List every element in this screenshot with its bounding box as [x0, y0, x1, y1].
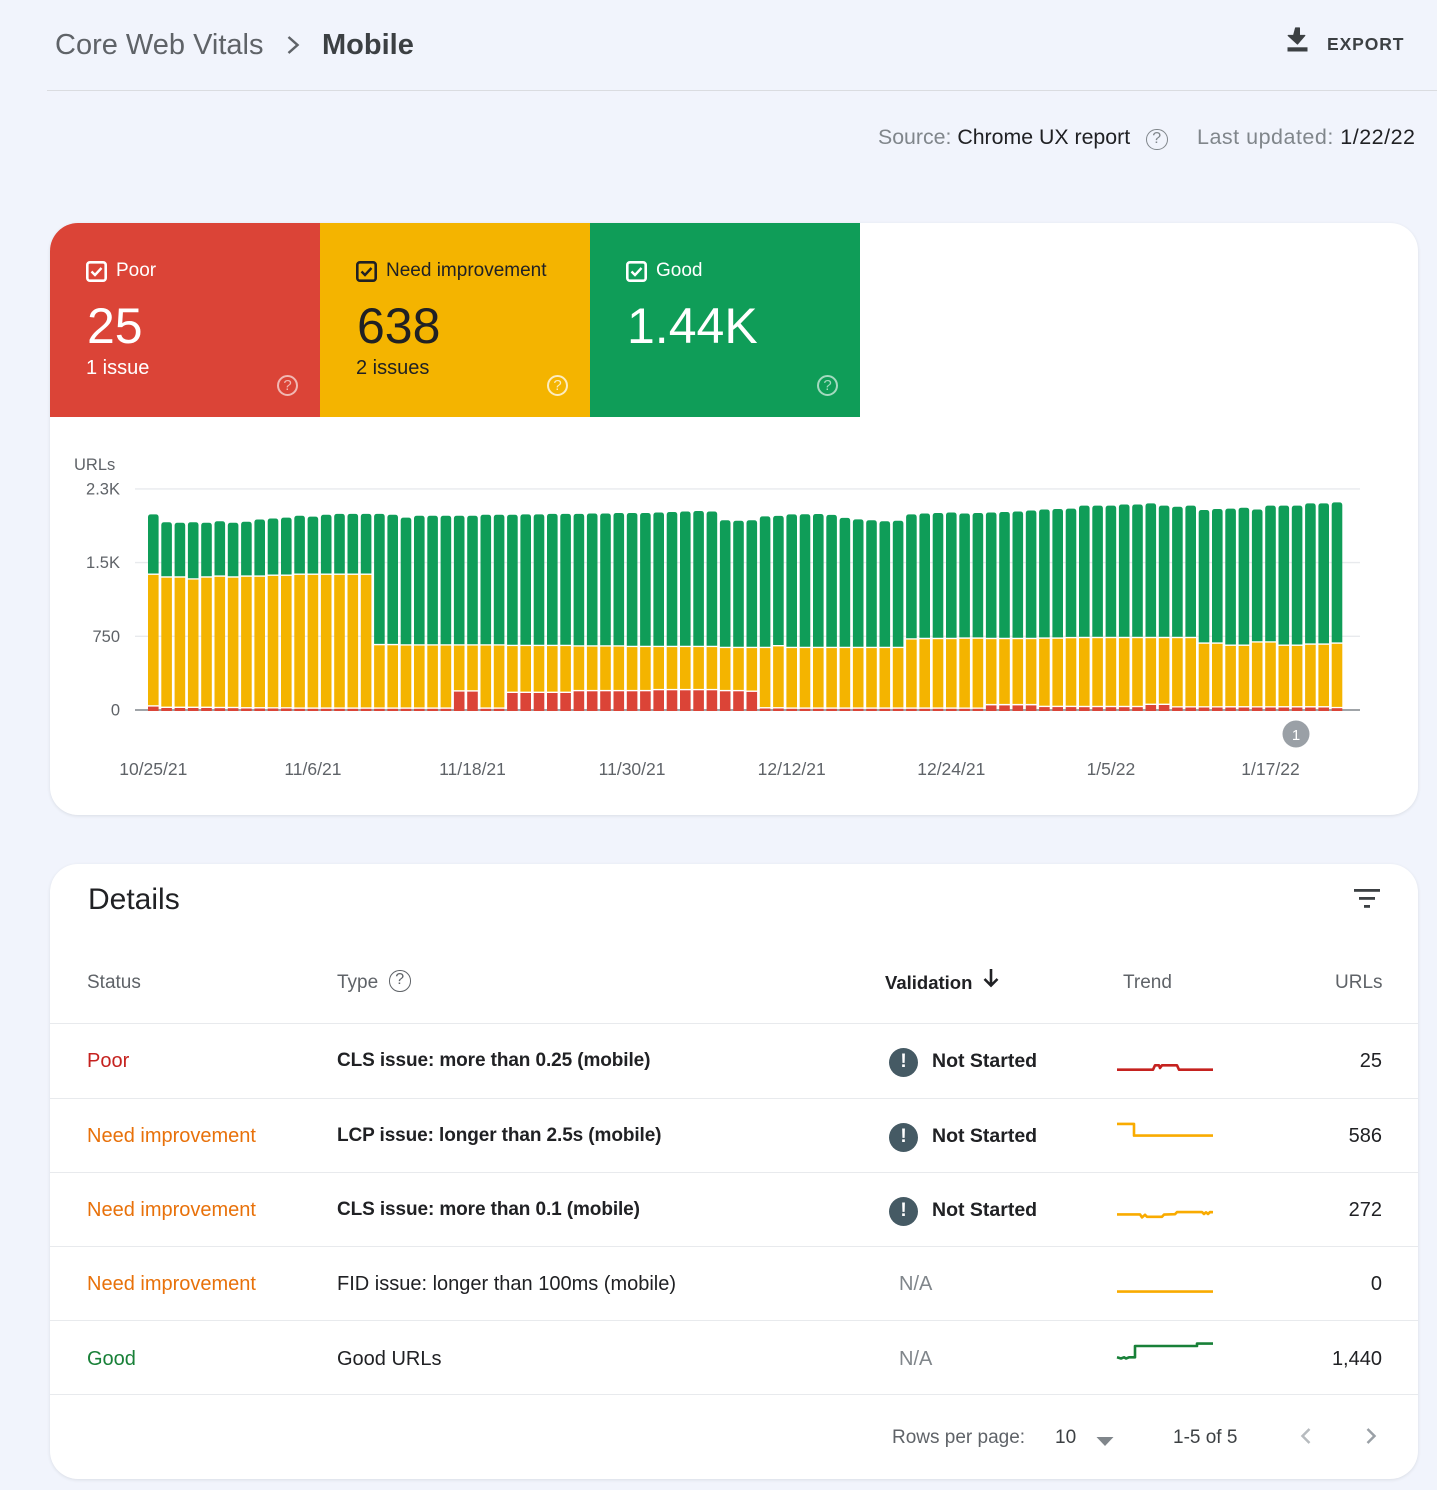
svg-text:10/25/21: 10/25/21	[119, 759, 187, 779]
svg-text:URLs: URLs	[74, 456, 115, 474]
svg-text:11/30/21: 11/30/21	[599, 759, 666, 779]
svg-text:2.3K: 2.3K	[86, 480, 120, 498]
svg-text:0: 0	[111, 702, 120, 720]
svg-text:750: 750	[92, 628, 120, 646]
svg-text:1.5K: 1.5K	[86, 554, 120, 572]
svg-text:12/12/21: 12/12/21	[758, 759, 826, 779]
svg-text:11/6/21: 11/6/21	[284, 759, 341, 779]
svg-text:11/18/21: 11/18/21	[439, 759, 506, 779]
svg-text:1/17/22: 1/17/22	[1241, 759, 1299, 779]
svg-text:1: 1	[1292, 727, 1300, 744]
svg-text:1/5/22: 1/5/22	[1087, 759, 1136, 779]
svg-text:12/24/21: 12/24/21	[917, 759, 985, 779]
